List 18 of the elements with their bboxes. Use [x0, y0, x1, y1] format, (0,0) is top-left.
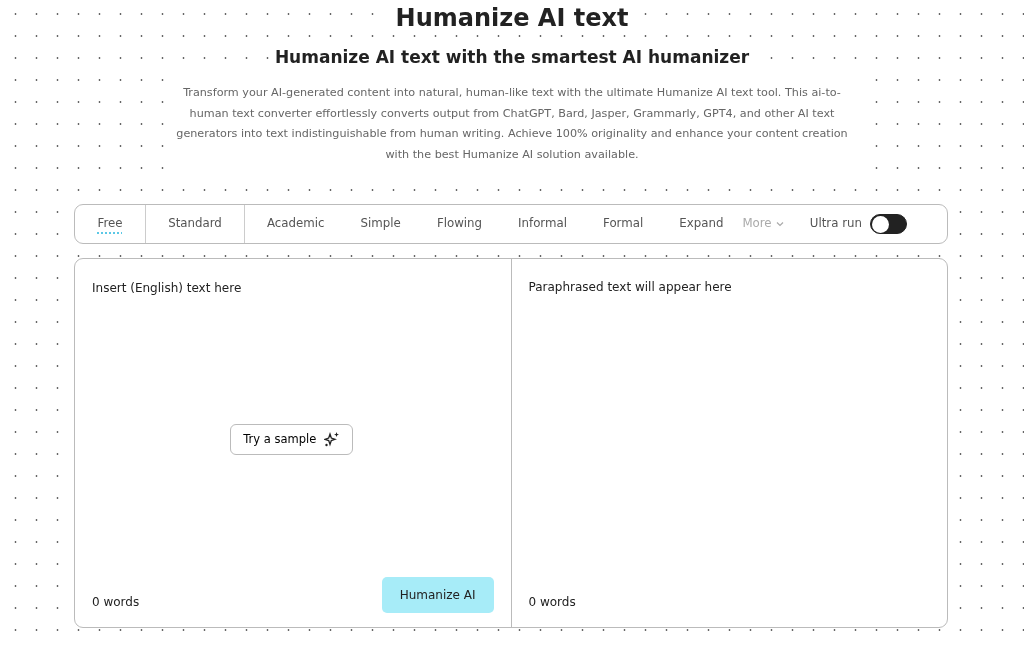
word-count: 0 words — [92, 594, 140, 612]
ultra-run-label: Ultra run — [809, 215, 862, 233]
mode-tab[interactable]: Formal — [603, 205, 644, 244]
word-count: 0 words — [528, 594, 577, 612]
try-sample-button[interactable]: Try a sample — [230, 423, 354, 455]
mode-tab[interactable]: Academic — [267, 205, 325, 244]
ultra-run-toggle[interactable] — [870, 214, 907, 235]
sparkle-icon — [324, 431, 341, 448]
humanize-button[interactable]: Humanize AI — [381, 577, 494, 614]
mode-tab[interactable]: Flowing — [436, 205, 483, 244]
caret-icon — [775, 221, 784, 228]
mode-tab[interactable]: Simple — [360, 205, 401, 244]
mode-tab[interactable]: Free — [75, 205, 145, 244]
input-field[interactable]: Insert (English) text here — [92, 279, 494, 298]
mode-tab[interactable]: Standard — [146, 205, 244, 244]
output-text-area: Paraphrased text will appear here — [528, 278, 930, 297]
mode-tab[interactable]: Informal — [518, 205, 567, 244]
mode-tab[interactable]: Expand — [679, 205, 724, 244]
